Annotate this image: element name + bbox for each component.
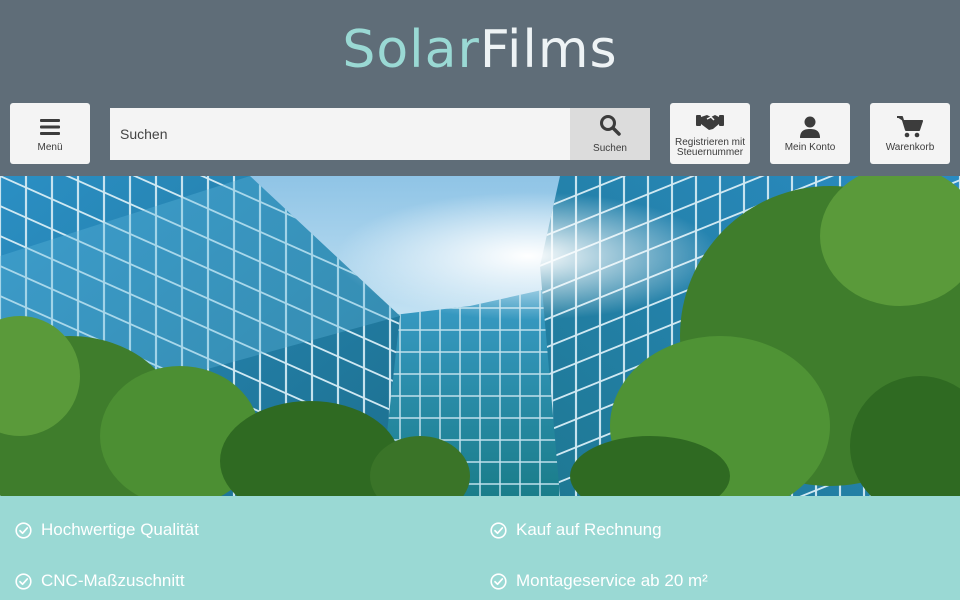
usp-text: Hochwertige Qualität [41, 520, 199, 539]
usp-text: Montageservice ab 20 m² [516, 571, 708, 590]
usp-text: CNC-Maßzuschnitt [41, 571, 185, 590]
cart-label: Warenkorb [885, 141, 935, 153]
check-circle-icon [15, 572, 32, 590]
user-icon [800, 115, 820, 139]
check-circle-icon [490, 572, 507, 590]
register-button[interactable]: Registrieren mit Steuernummer [670, 103, 750, 164]
hamburger-icon [40, 115, 60, 139]
check-circle-icon [15, 521, 32, 539]
search-icon [599, 114, 621, 141]
search-button[interactable]: Suchen [570, 108, 650, 160]
register-label-line2: Steuernummer [676, 146, 744, 158]
site-header: SolarFilms Menü Suchen Registrieren mit [0, 0, 960, 176]
hero-image [0, 176, 960, 496]
account-button[interactable]: Mein Konto [770, 103, 850, 164]
cart-icon [897, 115, 923, 139]
search-button-label: Suchen [593, 143, 627, 154]
search-input[interactable] [110, 108, 570, 160]
search-bar: Suchen [110, 108, 650, 160]
handshake-icon [696, 110, 724, 134]
menu-label: Menü [37, 141, 63, 153]
usp-item: Hochwertige Qualität [15, 520, 199, 540]
site-logo[interactable]: SolarFilms [0, 18, 960, 82]
logo-part-solar: Solar [342, 20, 480, 80]
usp-item: Kauf auf Rechnung [490, 520, 662, 540]
menu-button[interactable]: Menü [10, 103, 90, 164]
account-label: Mein Konto [784, 141, 836, 153]
register-label: Registrieren mit Steuernummer [674, 136, 746, 158]
usp-text: Kauf auf Rechnung [516, 520, 662, 539]
check-circle-icon [490, 521, 507, 539]
usp-item: Montageservice ab 20 m² [490, 571, 708, 591]
register-label-line1: Registrieren mit [674, 136, 746, 148]
cart-button[interactable]: Warenkorb [870, 103, 950, 164]
logo-part-films: Films [479, 20, 618, 80]
usp-item: CNC-Maßzuschnitt [15, 571, 185, 591]
